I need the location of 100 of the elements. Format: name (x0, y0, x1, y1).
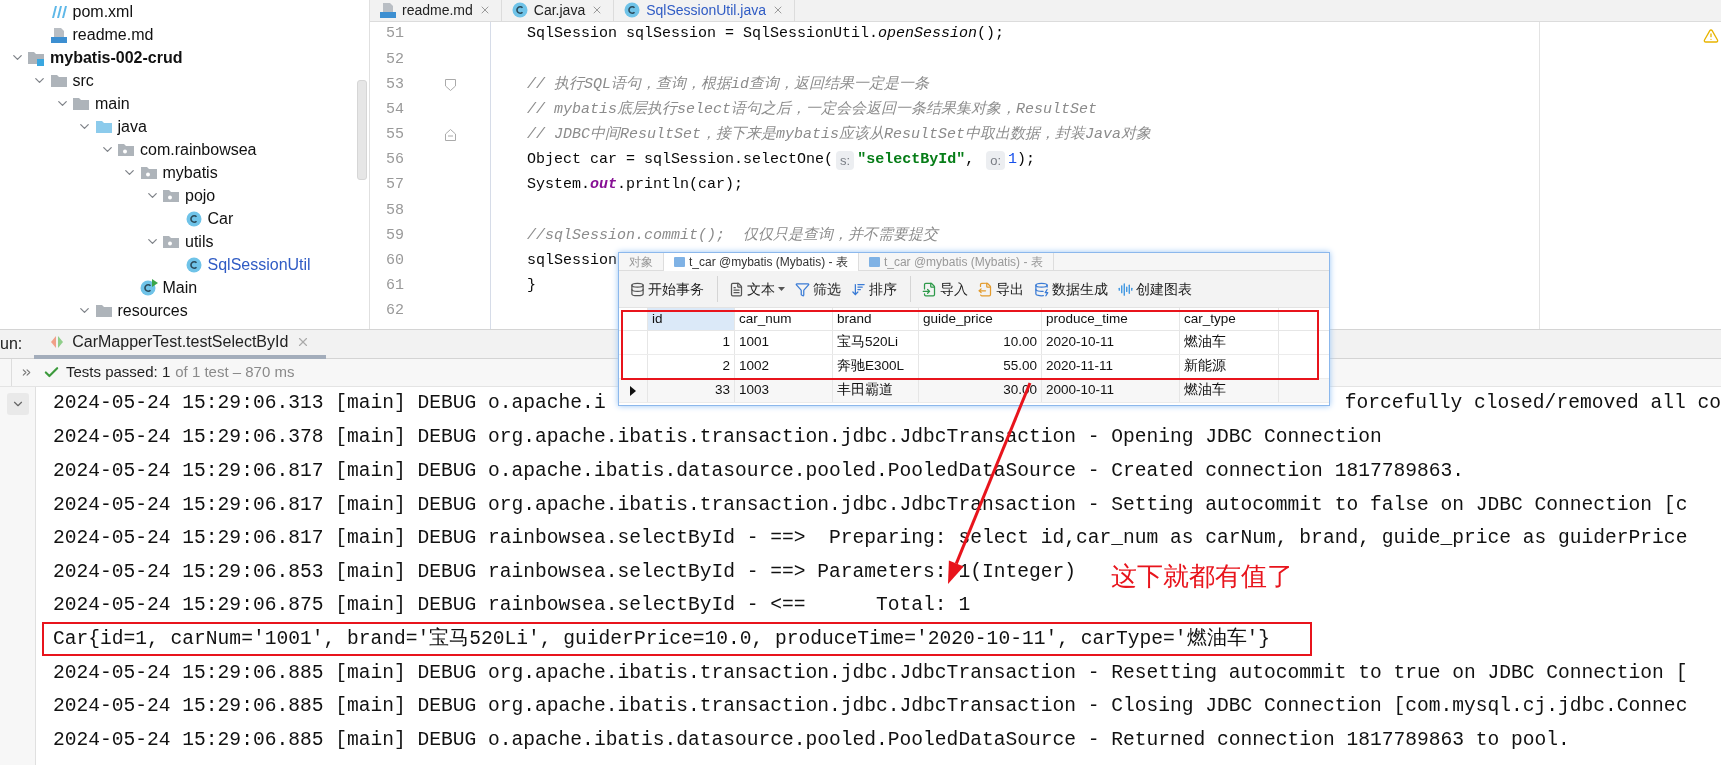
log-line: Car{id=1, carNum='1001', brand='宝马520Li', guiderPrice=10.0, produceTime='2020-10-11', carType='燃油车'} (53, 626, 1271, 651)
package-folder-icon (162, 234, 180, 249)
toolbar-button[interactable]: 导入 (919, 276, 971, 302)
toolbar-button[interactable]: 筛选 (792, 276, 844, 302)
code-line: // JDBC中间ResultSet，接下来是mybatis应该从ResultSet中取出数据，封装Java对象 (527, 124, 1152, 146)
code-line: System.out.println(car); (527, 175, 744, 196)
tree-item[interactable]: src (72, 68, 94, 93)
import-icon (922, 281, 937, 297)
log-line: 2024-05-24 15:29:06.853 [main] DEBUG rainbowsea.selectById - ==> Parameters: 1(Integer) (53, 559, 1076, 584)
tree-item[interactable]: Car (207, 206, 234, 231)
table-cell: 1003 (735, 379, 833, 402)
line-number: 60 (385, 251, 404, 272)
test-status: Tests passed: 1 (66, 362, 171, 383)
tree-item[interactable]: pojo (185, 183, 216, 208)
line-number: 55 (385, 125, 404, 146)
runnable-class-icon (139, 279, 158, 296)
expand-icon[interactable] (20, 366, 33, 379)
code-line: sqlSession (527, 251, 617, 272)
log-line: forcefully closed/removed all co (1344, 391, 1721, 417)
column-header[interactable]: brand (833, 308, 919, 330)
table-cell: 2020-10-11 (1042, 331, 1180, 354)
tree-item[interactable]: mybatis-002-crud (50, 45, 183, 70)
toolbar-button[interactable]: 创建图表 (1115, 276, 1195, 302)
line-number: 52 (385, 49, 404, 70)
annotation-text: 这下就都有值了 (1111, 561, 1293, 591)
tree-item[interactable]: main (95, 91, 130, 116)
log-line: 2024-05-24 15:29:06.885 [main] DEBUG o.apache.ibatis.datasource.pooled.PooledDataSource - Returned connection 1817789863 to pool. (53, 727, 1570, 752)
line-number: 61 (385, 276, 404, 297)
line-number: 51 (385, 24, 404, 45)
toolbar-button[interactable]: 排序 (848, 276, 900, 302)
tree-item[interactable]: pom.xml (72, 0, 133, 24)
code-line: //sqlSession.commit(); 仅仅只是查询，并不需要提交 (527, 225, 939, 246)
test-run-icon (50, 335, 65, 349)
panel-label: un: (0, 334, 23, 354)
test-summary: of 1 test – 870 ms (175, 362, 295, 383)
editor-tab[interactable]: readme.md (370, 0, 502, 21)
tree-item[interactable]: com.rainbowsea (140, 137, 257, 162)
column-header[interactable]: guide_price (919, 308, 1042, 330)
toolbar-button[interactable]: 文本 (726, 276, 788, 302)
tree-item[interactable]: java (117, 114, 147, 139)
folder-icon (49, 73, 68, 88)
tree-item[interactable]: utils (185, 229, 214, 254)
column-header[interactable]: car_type (1180, 308, 1279, 330)
line-number: 62 (385, 301, 404, 322)
toolbar-button[interactable]: 开始事务 (627, 276, 707, 302)
bars-icon (1118, 281, 1133, 297)
tree-item[interactable]: resources (117, 298, 188, 323)
fold-marker-icon[interactable] (444, 78, 456, 91)
package-folder-icon (139, 165, 158, 180)
tree-item[interactable]: readme.md (72, 22, 154, 47)
scroll-down-button[interactable] (6, 393, 29, 415)
line-number: 56 (385, 150, 404, 171)
fold-marker-icon[interactable] (444, 129, 456, 142)
table-cell: 10.00 (919, 331, 1042, 354)
code-line: Object car = sqlSession.selectOne( s: "selectById", o: 1); (527, 149, 1036, 172)
parameter-hint: s: (836, 150, 855, 171)
parameter-hint: o: (986, 150, 1006, 171)
code-line: // 执行SQL语句，查询，根据id查询，返回结果一定是一条 (527, 74, 929, 95)
table-cell: 1 (648, 331, 735, 354)
database-icon (1034, 281, 1049, 297)
table-cell: 丰田霸道 (833, 379, 919, 402)
tree-item[interactable]: mybatis (162, 160, 218, 185)
table-cell: 燃油车 (1180, 331, 1279, 354)
table-cell: 1001 (735, 331, 833, 354)
sort-icon (851, 281, 866, 297)
class-icon (185, 256, 202, 273)
tree-item[interactable]: SqlSessionUtil (207, 252, 311, 277)
table-cell: 宝马520Li (833, 331, 919, 354)
current-row-icon (630, 385, 636, 396)
code-line: } (527, 276, 536, 297)
line-number: 53 (385, 74, 404, 95)
document-icon (729, 281, 744, 297)
log-line: 2024-05-24 15:29:06.885 [main] DEBUG org.apache.ibatis.transaction.jdbc.JdbcTransaction - Resetting autocommit to true on JDBC Connection [ (53, 660, 1688, 685)
tree-item[interactable]: Main (162, 275, 198, 300)
folder-icon (94, 303, 113, 318)
table-icon (868, 256, 880, 267)
scrollbar[interactable] (357, 80, 367, 180)
class-icon (624, 2, 641, 18)
code-line: // mybatis底层执行select语句之后，一定会会返回一条结果集对象，ResultSet (527, 99, 1098, 120)
editor-tab[interactable]: Car.java (501, 0, 615, 21)
class-icon (511, 2, 528, 18)
close-icon[interactable] (772, 4, 784, 16)
line-number: 57 (385, 175, 404, 196)
window-tab[interactable]: t_car @mybatis (Mybatis) - 表 (664, 253, 859, 271)
document-icon (380, 2, 396, 18)
editor-tab[interactable]: SqlSessionUtil.java (614, 0, 795, 21)
folder-icon (72, 96, 90, 111)
column-header[interactable]: car_num (735, 308, 833, 330)
table-cell: 33 (648, 379, 735, 402)
package-folder-icon (117, 142, 135, 157)
table-cell: 燃油车 (1180, 379, 1279, 402)
toolbar-button[interactable]: 导出 (975, 276, 1027, 302)
code-line: SqlSession sqlSession = SqlSessionUtil.openSession(); (527, 24, 1005, 45)
column-header[interactable]: id (648, 308, 735, 330)
table-icon (674, 256, 685, 267)
warning-icon[interactable] (1703, 28, 1719, 44)
toolbar-button[interactable]: 数据生成 (1031, 276, 1111, 302)
package-folder-icon (162, 188, 180, 203)
column-header[interactable]: produce_time (1042, 308, 1180, 330)
class-icon (185, 210, 202, 227)
